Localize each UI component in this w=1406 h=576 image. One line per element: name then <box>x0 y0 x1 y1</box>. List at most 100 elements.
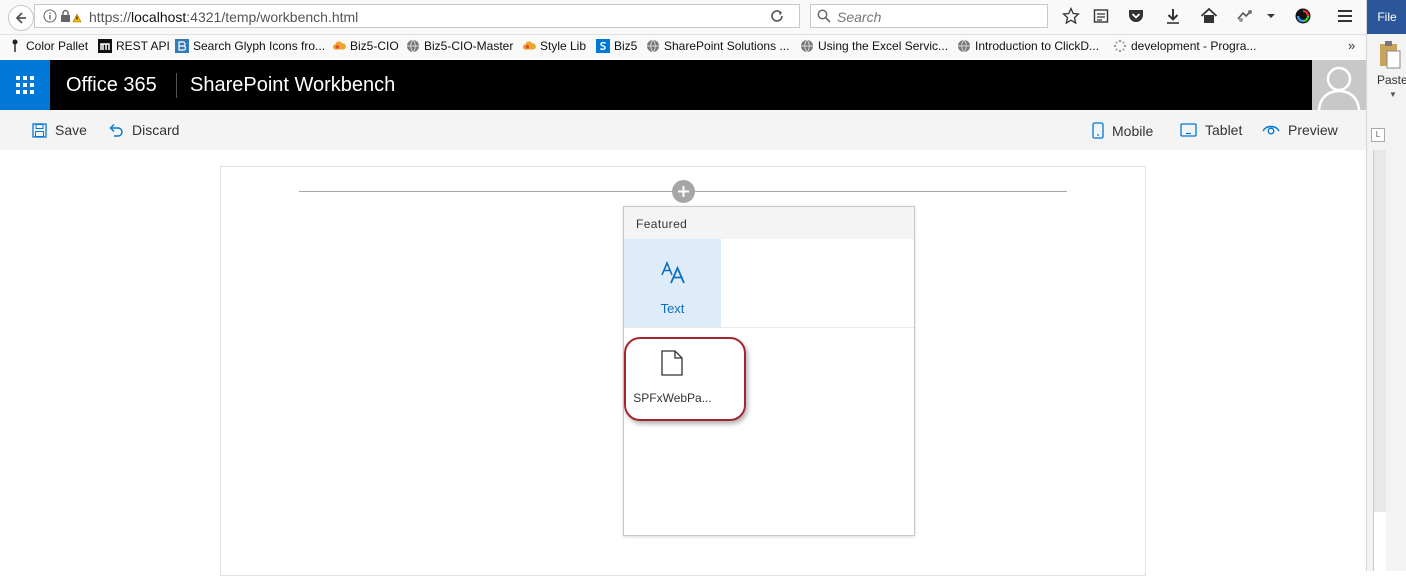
globe-icon <box>406 39 420 53</box>
m-logo-icon <box>98 39 112 53</box>
bookmark-label: REST API <box>116 39 170 53</box>
mobile-icon <box>1092 122 1104 139</box>
webpart-toolbox: Featured Text SPFxWebPa... <box>623 206 915 536</box>
bookmark-search-glyph[interactable]: Search Glyph Icons fro... <box>175 39 325 53</box>
add-webpart-button[interactable] <box>672 180 695 203</box>
suite-bar: Office 365 SharePoint Workbench <box>0 60 1366 110</box>
bookmark-biz5[interactable]: Biz5 <box>596 39 637 53</box>
pin-icon <box>8 39 22 53</box>
office-side-panel: File Paste ▼ L <box>1366 0 1406 571</box>
tablet-icon <box>1180 123 1197 137</box>
save-label: Save <box>55 122 87 138</box>
webpart-tile-text[interactable]: Text <box>624 239 721 327</box>
save-button[interactable]: Save <box>32 122 87 138</box>
bookmark-rest-api[interactable]: REST API <box>98 39 170 53</box>
app-launcher-button[interactable] <box>0 60 50 110</box>
bookmark-label: SharePoint Solutions ... <box>664 39 790 53</box>
extension-icon[interactable] <box>1236 7 1254 25</box>
search-icon <box>817 9 831 23</box>
back-button[interactable] <box>8 5 34 31</box>
tablet-view-button[interactable]: Tablet <box>1180 122 1242 138</box>
avatar[interactable] <box>1312 60 1366 110</box>
download-icon[interactable] <box>1164 7 1182 25</box>
search-placeholder: Search <box>837 9 882 25</box>
command-bar: Save Discard Mobile Tablet Preview <box>0 110 1366 150</box>
bookmark-label: development - Progra... <box>1131 39 1257 53</box>
arrow-left-icon <box>15 12 26 24</box>
bookmark-label: Biz5 <box>614 39 638 53</box>
bookmark-label: Using the Excel Servic... <box>818 39 949 53</box>
discard-button[interactable]: Discard <box>108 122 179 138</box>
dropdown-arrow-icon[interactable] <box>1262 7 1280 25</box>
bookmark-label: Color Pallet <box>26 39 89 53</box>
text-icon <box>661 261 685 284</box>
bookmark-biz5-cio[interactable]: Biz5-CIO <box>332 39 399 53</box>
bookmark-clickd[interactable]: Introduction to ClickD... <box>957 39 1099 53</box>
star-icon[interactable] <box>1062 7 1080 25</box>
suite-divider <box>176 73 177 98</box>
bookmarks-bar: Color Pallet REST API Search Glyph Icons… <box>0 35 1366 59</box>
info-icon[interactable] <box>43 9 57 23</box>
bookmark-label: Biz5-CIO <box>350 39 399 53</box>
url-text: https://localhost:4321/temp/workbench.ht… <box>89 9 358 25</box>
bookmark-development[interactable]: development - Progra... <box>1113 39 1256 53</box>
pocket-icon[interactable] <box>1127 7 1145 25</box>
bookmark-excel-services[interactable]: Using the Excel Servic... <box>800 39 948 53</box>
webpart-tile-label: SPFxWebPa... <box>633 391 712 405</box>
url-host: localhost <box>131 9 187 25</box>
bookmark-label: Style Lib <box>540 39 587 53</box>
cloud-icon <box>522 39 536 53</box>
spinner-icon <box>1113 39 1127 53</box>
preview-label: Preview <box>1288 122 1338 138</box>
cloud-icon <box>332 39 346 53</box>
ruler-corner-button[interactable]: L <box>1371 128 1385 142</box>
url-path: :4321/temp/workbench.html <box>186 9 359 25</box>
globe-icon <box>646 39 660 53</box>
eye-icon <box>1262 125 1280 135</box>
bookmark-sharepoint-solutions[interactable]: SharePoint Solutions ... <box>646 39 789 53</box>
menu-icon[interactable] <box>1336 7 1354 25</box>
webpart-tile-label: Text <box>660 301 685 316</box>
tablet-label: Tablet <box>1205 122 1243 138</box>
suite-title[interactable]: Office 365 <box>66 74 157 97</box>
color-picker-icon[interactable] <box>1294 7 1312 25</box>
reload-icon[interactable] <box>769 8 785 24</box>
url-prefix: https:// <box>89 9 132 25</box>
bootstrap-icon <box>175 39 189 53</box>
toolbox-group-title: Featured <box>636 217 688 231</box>
save-icon <box>32 122 47 138</box>
home-icon[interactable] <box>1200 7 1218 25</box>
undo-icon <box>109 124 123 137</box>
mobile-view-button[interactable]: Mobile <box>1092 122 1153 139</box>
globe-icon <box>800 39 814 53</box>
globe-icon <box>957 39 971 53</box>
page-icon <box>661 350 683 376</box>
insecure-lock-icon[interactable] <box>60 9 82 23</box>
address-bar[interactable]: https://localhost:4321/temp/workbench.ht… <box>34 4 800 28</box>
bookmarks-overflow-button[interactable]: » <box>1348 38 1355 53</box>
plus-icon <box>678 186 689 197</box>
preview-button[interactable]: Preview <box>1262 122 1338 138</box>
bookmark-style-lib[interactable]: Style Lib <box>522 39 586 53</box>
paste-label[interactable]: Paste <box>1377 73 1406 87</box>
bookmark-label: Search Glyph Icons fro... <box>193 39 326 53</box>
waffle-icon <box>16 76 34 94</box>
chevron-down-icon[interactable]: ▼ <box>1389 90 1397 99</box>
person-icon <box>1317 66 1361 110</box>
file-tab[interactable]: File <box>1367 0 1406 34</box>
bookmark-label: Introduction to ClickD... <box>975 39 1100 53</box>
page-title: SharePoint Workbench <box>190 74 396 96</box>
mobile-label: Mobile <box>1112 122 1154 139</box>
webpart-tile-spfx[interactable]: SPFxWebPa... <box>624 328 721 416</box>
vertical-ruler-margin <box>1373 512 1386 571</box>
sharepoint-icon <box>596 39 610 53</box>
discard-label: Discard <box>132 122 180 138</box>
file-tab-label: File <box>1377 10 1397 24</box>
bookmark-color-pallet[interactable]: Color Pallet <box>8 39 88 53</box>
reading-list-icon[interactable] <box>1092 7 1110 25</box>
browser-search-input[interactable]: Search <box>810 4 1048 28</box>
clipboard-icon[interactable] <box>1379 40 1401 70</box>
vertical-ruler <box>1373 150 1386 571</box>
browser-toolbar: https://localhost:4321/temp/workbench.ht… <box>0 0 1366 35</box>
bookmark-biz5-cio-master[interactable]: Biz5-CIO-Master <box>406 39 513 53</box>
